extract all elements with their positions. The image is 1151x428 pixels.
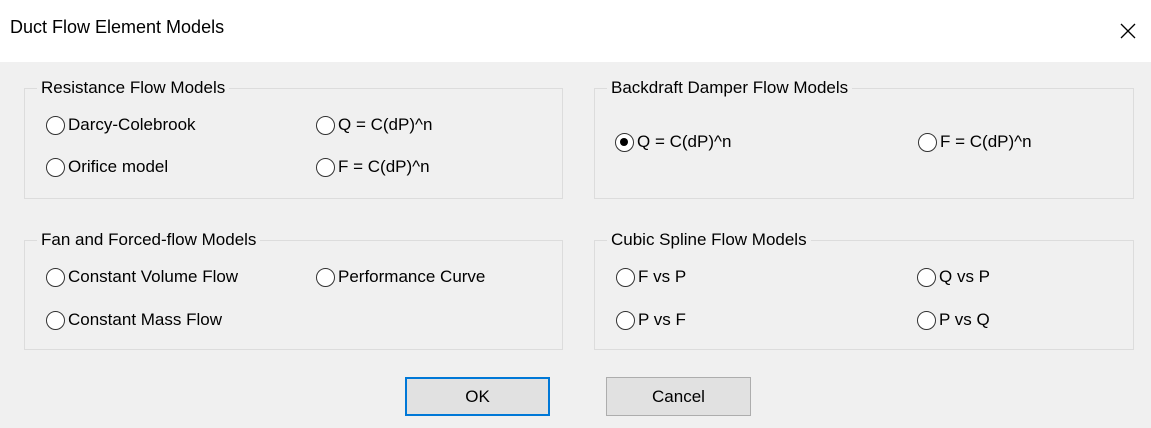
radio-constant-volume-flow[interactable]: Constant Volume Flow bbox=[46, 267, 238, 287]
cubic-spline-flow-models-legend: Cubic Spline Flow Models bbox=[607, 230, 811, 250]
radio-circle bbox=[316, 267, 335, 287]
radio-label: F vs P bbox=[638, 267, 687, 286]
radio-f-vs-p[interactable]: F vs P bbox=[616, 267, 686, 287]
radio-label: Performance Curve bbox=[338, 267, 486, 286]
radio-label: Q vs P bbox=[939, 267, 991, 286]
radio-label: Constant Volume Flow bbox=[68, 267, 239, 286]
radio-circle bbox=[46, 115, 65, 135]
radio-label: F = C(dP)^n bbox=[338, 157, 430, 176]
close-button[interactable] bbox=[1105, 0, 1151, 62]
resistance-flow-models-legend: Resistance Flow Models bbox=[37, 78, 230, 98]
radio-circle bbox=[46, 157, 65, 177]
radio-q-vs-p[interactable]: Q vs P bbox=[917, 267, 990, 287]
radio-label: Q = C(dP)^n bbox=[637, 132, 732, 151]
radio-circle bbox=[46, 310, 65, 330]
backdraft-damper-flow-models-group: Backdraft Damper Flow Models Q = C(dP)^n… bbox=[594, 78, 1134, 199]
radio-circle bbox=[616, 310, 635, 330]
radio-darcy-colebrook[interactable]: Darcy-Colebrook bbox=[46, 115, 196, 135]
radio-circle bbox=[316, 157, 335, 177]
title-bar: Duct Flow Element Models bbox=[0, 0, 1151, 62]
dialog-title: Duct Flow Element Models bbox=[10, 17, 225, 37]
fan-forced-flow-models-legend: Fan and Forced-flow Models bbox=[37, 230, 261, 250]
radio-constant-mass-flow[interactable]: Constant Mass Flow bbox=[46, 310, 222, 330]
radio-resistance-q-cdpn[interactable]: Q = C(dP)^n bbox=[316, 115, 432, 135]
ok-button[interactable]: OK bbox=[405, 377, 550, 416]
radio-p-vs-f[interactable]: P vs F bbox=[616, 310, 686, 330]
radio-backdraft-q-cdpn[interactable]: Q = C(dP)^n bbox=[615, 132, 731, 152]
radio-circle bbox=[918, 132, 937, 152]
radio-orifice-model[interactable]: Orifice model bbox=[46, 157, 168, 177]
radio-performance-curve[interactable]: Performance Curve bbox=[316, 267, 485, 287]
radio-circle-selected bbox=[615, 132, 634, 152]
cancel-button[interactable]: Cancel bbox=[606, 377, 751, 416]
radio-label: F = C(dP)^n bbox=[940, 132, 1032, 151]
fan-forced-flow-models-group: Fan and Forced-flow Models Constant Volu… bbox=[24, 230, 563, 350]
radio-p-vs-q[interactable]: P vs Q bbox=[917, 310, 990, 330]
radio-label: P vs F bbox=[638, 310, 686, 329]
resistance-flow-models-group: Resistance Flow Models Darcy-Colebrook Q… bbox=[24, 78, 563, 199]
radio-label: Q = C(dP)^n bbox=[338, 115, 433, 134]
radio-label: Orifice model bbox=[68, 157, 169, 176]
radio-circle bbox=[616, 267, 635, 287]
radio-resistance-f-cdpn[interactable]: F = C(dP)^n bbox=[316, 157, 430, 177]
radio-label: P vs Q bbox=[939, 310, 990, 329]
radio-circle bbox=[316, 115, 335, 135]
radio-circle bbox=[917, 267, 936, 287]
close-icon bbox=[1120, 23, 1136, 39]
radio-backdraft-f-cdpn[interactable]: F = C(dP)^n bbox=[918, 132, 1032, 152]
radio-label: Darcy-Colebrook bbox=[68, 115, 196, 134]
cubic-spline-flow-models-group: Cubic Spline Flow Models F vs P Q vs P P… bbox=[594, 230, 1134, 350]
backdraft-damper-flow-models-legend: Backdraft Damper Flow Models bbox=[607, 78, 853, 98]
radio-circle bbox=[46, 267, 65, 287]
radio-circle bbox=[917, 310, 936, 330]
radio-label: Constant Mass Flow bbox=[68, 310, 222, 329]
